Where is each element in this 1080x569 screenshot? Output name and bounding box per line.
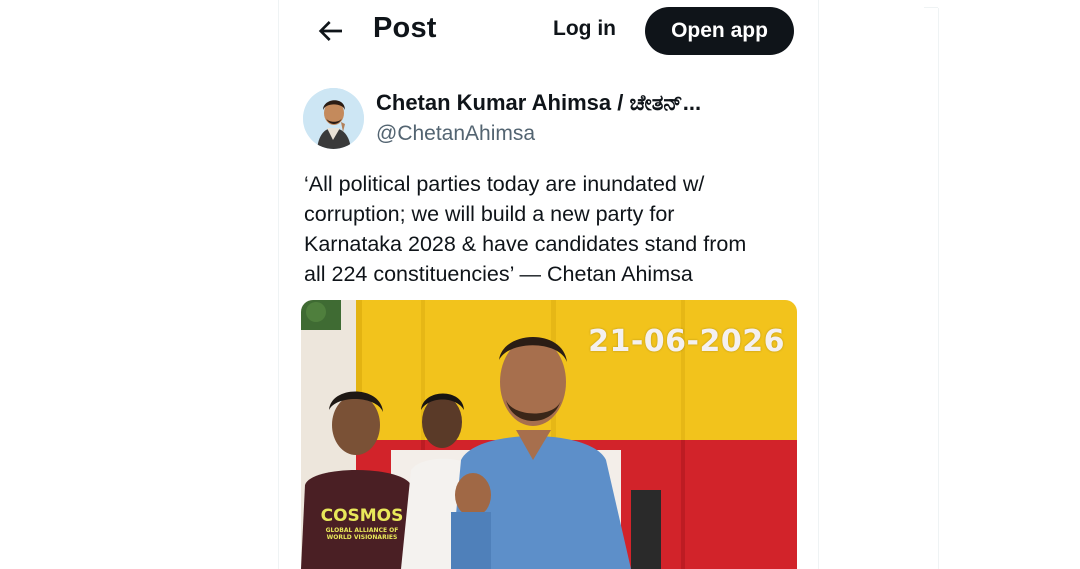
sidebar-border-top [924,7,938,8]
author-handle[interactable]: @ChetanAhimsa [376,122,535,146]
back-button[interactable] [314,15,346,47]
date-overlay: 21-06-2026 [588,324,785,359]
shirt-logo-subtext: GLOBAL ALLIANCE OF WORLD VISIONARIES [325,527,399,541]
avatar-image [303,88,364,149]
author-name[interactable]: Chetan Kumar Ahimsa / ಚೇತನ್... [376,90,701,116]
login-button[interactable]: Log in [553,17,616,41]
page-title: Post [373,12,437,44]
avatar[interactable] [303,88,364,149]
arrow-left-icon [318,21,342,41]
sidebar-border [938,8,939,569]
column-border-left [278,0,279,569]
top-bar: Post Log in Open app [279,0,818,62]
post-text: ‘All political parties today are inundat… [304,172,747,286]
shirt-logo-text: COSMOS [320,506,404,526]
open-app-button[interactable]: Open app [645,7,794,55]
column-border-right [818,0,819,569]
post-media-image[interactable]: 21-06-2026 COSMOS GLOBAL ALLIANCE OF WOR… [301,300,797,569]
